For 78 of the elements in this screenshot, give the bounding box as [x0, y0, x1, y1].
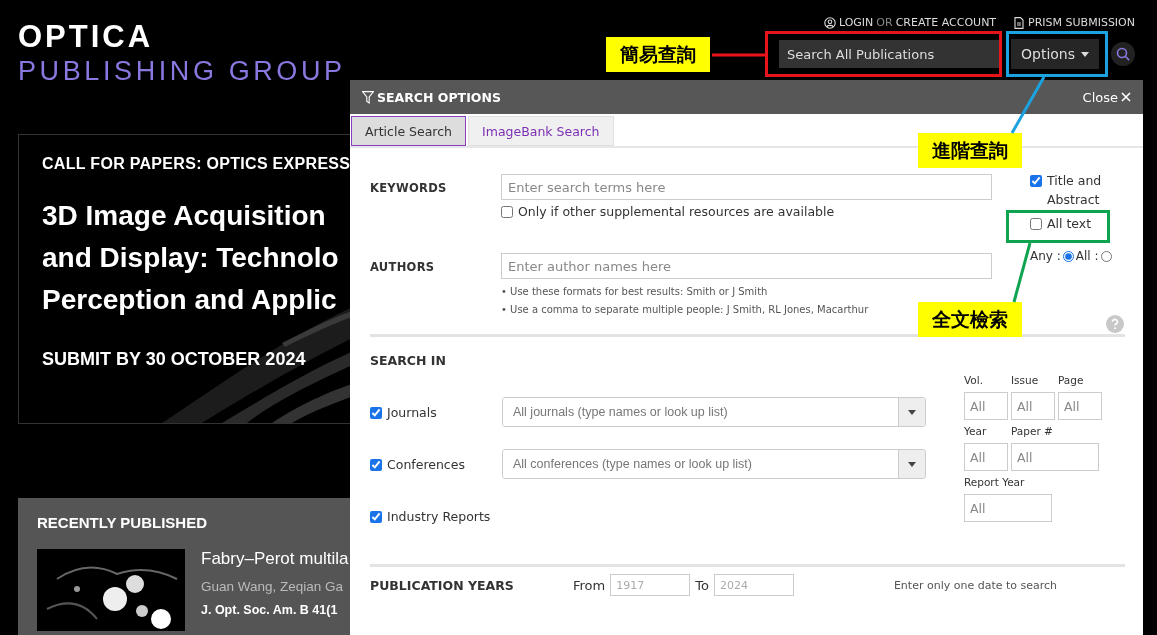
card-deadline: SUBMIT BY 30 OCTOBER 2024 — [42, 349, 306, 370]
document-icon — [1013, 16, 1026, 29]
card-title-line: Perception and Applic — [42, 283, 338, 317]
search-field[interactable]: Search All Publications — [779, 40, 999, 68]
prism-submission-link[interactable]: PRISM SUBMISSION — [1028, 16, 1135, 29]
hint-text: • Use a comma to separate multiple people: J Smith, RL Jones, Macarthur — [501, 304, 870, 315]
radio-button[interactable] — [1100, 250, 1112, 262]
leader-line — [1010, 76, 1046, 134]
dropdown-field[interactable]: All conferences (type names or look up list) — [502, 449, 926, 479]
logo-wordmark[interactable]: OPTICA — [18, 20, 346, 54]
authors-label: AUTHORS — [370, 259, 436, 276]
logo-subtitle: PUBLISHING GROUP — [18, 55, 346, 88]
filter-field[interactable]: All — [964, 494, 1052, 522]
search-in-heading: SEARCH IN — [370, 353, 447, 368]
card-title-line: 3D Image Acquisition — [42, 199, 327, 233]
publication-years-heading: PUBLICATION YEARS — [370, 577, 515, 593]
checkbox-label: Journals — [387, 404, 437, 420]
card-title-line: and Display: Technolo — [42, 241, 339, 275]
checkbox[interactable] — [1030, 175, 1042, 187]
checkbox-label: Only if other supplemental resources are available — [518, 204, 835, 219]
checkbox[interactable] — [501, 206, 513, 218]
caret-icon — [1081, 51, 1089, 57]
field-label: Issue — [1011, 373, 1040, 388]
checkbox-label: Title and Abstract — [1047, 172, 1103, 209]
dialog-title: SEARCH OPTIONS — [377, 89, 501, 105]
filter-field[interactable]: All — [964, 392, 1008, 420]
checkbox[interactable] — [370, 406, 382, 419]
callout-label: 全文檢索 — [918, 302, 1022, 337]
tab[interactable]: ImageBank Search — [468, 116, 614, 146]
field-label: Vol. — [964, 373, 985, 388]
user-icon — [823, 16, 836, 29]
radio-label: All : — [1075, 249, 1099, 263]
close-button[interactable]: Close — [1082, 89, 1131, 105]
close-icon — [1121, 92, 1131, 102]
checkbox[interactable] — [370, 510, 382, 523]
to-label: To — [695, 577, 709, 593]
filter-field[interactable]: All — [1011, 392, 1055, 420]
search-icon[interactable] — [1111, 42, 1135, 66]
checkbox-label: All text — [1047, 215, 1092, 233]
create-account-link[interactable]: CREATE ACCOUNT — [895, 16, 997, 29]
options-button[interactable]: Options — [1011, 39, 1099, 69]
field-label: Report Year — [964, 475, 1026, 490]
filter-field[interactable]: All — [964, 443, 1008, 471]
checkbox-label: Industry Reports — [387, 508, 491, 524]
field-label: Page — [1058, 373, 1085, 388]
recent-heading: RECENTLY PUBLISHED — [37, 514, 208, 531]
authors-field[interactable]: Enter author names here — [501, 253, 992, 279]
from-year-field[interactable]: 1917 — [610, 574, 691, 596]
login-link[interactable]: LOGIN — [838, 16, 874, 29]
article-citation: J. Opt. Soc. Am. B 41(1 — [201, 603, 338, 617]
checkbox[interactable] — [1030, 218, 1042, 230]
article-authors: Guan Wang, Zeqian Ga — [201, 579, 344, 594]
hint-text: • Use these formats for best results: Smith or J Smith — [501, 286, 769, 297]
filter-field[interactable]: All — [1011, 443, 1099, 471]
keywords-label: KEYWORDS — [370, 180, 448, 197]
caret-icon — [908, 461, 916, 467]
or-text: OR — [876, 16, 893, 29]
checkbox[interactable] — [370, 458, 382, 471]
field-label: Paper # — [1011, 424, 1054, 439]
article-title[interactable]: Fabry–Perot multila — [201, 549, 349, 569]
filter-icon — [362, 90, 374, 104]
dropdown-field[interactable]: All journals (type names or look up list) — [502, 397, 926, 427]
from-label: From — [573, 577, 606, 593]
to-year-field[interactable]: 2024 — [713, 574, 794, 596]
field-label: Year — [964, 424, 988, 439]
leader-line — [712, 53, 765, 57]
radio-button[interactable] — [1062, 250, 1074, 262]
callout-label: 進階查詢 — [918, 133, 1022, 168]
radio-label: Any : — [1030, 249, 1061, 263]
card-eyebrow: CALL FOR PAPERS: OPTICS EXPRESS — [42, 155, 351, 173]
year-note: Enter only one date to search — [893, 578, 1058, 592]
callout-label: 簡易查詢 — [606, 37, 710, 72]
filter-field[interactable]: All — [1058, 392, 1102, 420]
tab[interactable]: Article Search — [351, 116, 467, 146]
checkbox-label: Conferences — [387, 456, 465, 472]
keywords-field[interactable]: Enter search terms here — [501, 174, 992, 200]
caret-icon — [908, 409, 916, 415]
leader-line — [1012, 242, 1032, 303]
